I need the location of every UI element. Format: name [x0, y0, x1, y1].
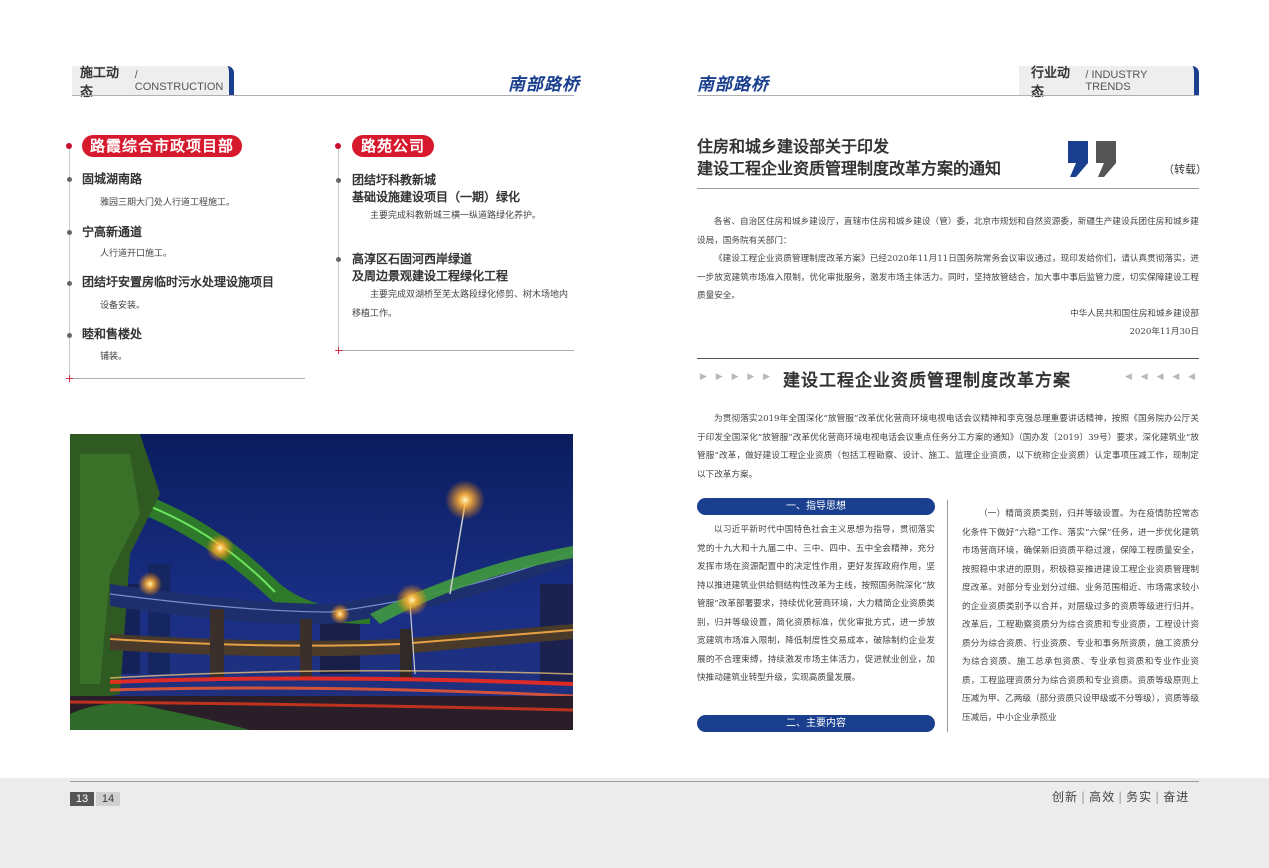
page-number-right: 14 [96, 792, 120, 806]
notice-paragraph-2: 《建设工程企业资质管理制度改革方案》已经2020年11月11日国务院常务会议审议… [697, 254, 1199, 301]
item-desc: 主要完成科教新城三横一纵道路绿化养护。 [370, 211, 542, 221]
timeline-end-plus: + [65, 372, 75, 385]
timeline-dot [67, 333, 72, 338]
timeline-dot [336, 178, 341, 183]
plan-divider [697, 358, 1199, 359]
timeline-start-dot [335, 143, 341, 149]
notice-paragraph-1: 各省、自治区住房和城乡建设厅，直辖市住房和城乡建设（管）委，北京市规划和自然资源… [697, 217, 1199, 246]
section-title-zh: 施工动态 [80, 65, 120, 100]
section-bar-main-content: 二、主要内容 [697, 715, 935, 732]
item-desc: 主要完成双湖桥至芜太路段绿化修剪、树木场地内移植工作。 [352, 290, 569, 319]
notice-divider [697, 188, 1199, 189]
header-divider-left [72, 95, 574, 96]
item-desc: 人行道开口施工。 [100, 249, 173, 259]
section-title-en: / CONSTRUCTION [134, 68, 224, 93]
plan-title: 建设工程企业资质管理制度改革方案 [783, 371, 1071, 391]
magazine-spread: 施工动态 / CONSTRUCTION 南部路桥 路霞综合市政项目部 固城湖南路… [0, 0, 1269, 868]
slogan-word: 奋进 [1163, 790, 1190, 804]
timeline-baseline [338, 350, 574, 351]
item-title: 睦和售楼处 [82, 327, 143, 341]
group-tag: 路苑公司 [352, 135, 434, 157]
section-tab-industry: 行业动态 / INDUSTRY TRENDS [1019, 66, 1199, 100]
slogan-word: 高效 [1089, 790, 1116, 804]
brand-logo-left: 南部路桥 [508, 75, 580, 95]
notice-signature: 中华人民共和国住房和城乡建设部 [1070, 309, 1199, 319]
notice-title-line2: 建设工程企业资质管理制度改革方案的通知 [697, 159, 1002, 178]
section-tab-construction: 施工动态 / CONSTRUCTION [72, 66, 234, 100]
plan-intro: 为贯彻落实2019年全国深化“放管服”改革优化营商环境电视电话会议精神和李克强总… [697, 414, 1199, 480]
item-title: 团结圩科教新城 基础设施建设项目（一期）绿化 [352, 173, 521, 204]
notice-title-line1: 住房和城乡建设部关于印发 [697, 137, 890, 156]
brand-logo-right: 南部路桥 [697, 75, 769, 95]
footer-slogan: 创新 | 高效 | 务实 | 奋进 [1052, 790, 1190, 804]
reprint-label: （转载） [1163, 163, 1207, 176]
item-title: 宁高新通道 [82, 225, 143, 239]
slogan-word: 创新 [1052, 790, 1079, 804]
item-desc: 设备安装。 [100, 301, 146, 311]
slogan-word: 务实 [1126, 790, 1153, 804]
timeline-dot [336, 257, 341, 262]
quote-mark-icon [1066, 139, 1120, 183]
overpass-night-photo [70, 434, 573, 730]
timeline-end-plus: + [334, 344, 344, 357]
timeline-dot [67, 230, 72, 235]
page-number-left: 13 [70, 792, 94, 806]
timeline-line [338, 146, 339, 350]
item-title: 固城湖南路 [82, 172, 143, 186]
main-content-text: （一）精简资质类别，归并等级设置。为在疫情防控常态化条件下做好“六稳”工作、落实… [962, 509, 1199, 723]
section-title-en: / INDUSTRY TRENDS [1085, 68, 1148, 93]
decor-arrows-right: ◀ ◀ ◀ ◀ ◀ [1125, 372, 1199, 382]
item-title: 高淳区石固河西岸绿道 及周边景观建设工程绿化工程 [352, 252, 509, 283]
decor-arrows-left: ▶ ▶ ▶ ▶ ▶ [700, 372, 774, 382]
group-tag: 路霞综合市政项目部 [82, 135, 242, 157]
timeline-baseline [69, 378, 305, 379]
timeline-dot [67, 177, 72, 182]
item-desc: 铺装。 [100, 352, 128, 362]
section-title-zh: 行业动态 [1031, 65, 1071, 100]
item-title: 团结圩安置房临时污水处理设施项目 [82, 275, 275, 289]
footer-divider [70, 781, 1199, 782]
section-bar-guiding-ideology: 一、指导思想 [697, 498, 935, 515]
notice-title: 住房和城乡建设部关于印发 建设工程企业资质管理制度改革方案的通知 [697, 136, 1001, 180]
item-desc: 雅园三期大门处人行道工程施工。 [100, 198, 236, 208]
notice-date: 2020年11月30日 [1129, 327, 1199, 337]
guiding-ideology-text: 以习近平新时代中国特色社会主义思想为指导，贯彻落实党的十九大和十九届二中、三中、… [697, 525, 935, 683]
column-divider [947, 500, 948, 732]
timeline-dot [67, 281, 72, 286]
timeline-start-dot [66, 143, 72, 149]
header-divider-right [697, 95, 1199, 96]
